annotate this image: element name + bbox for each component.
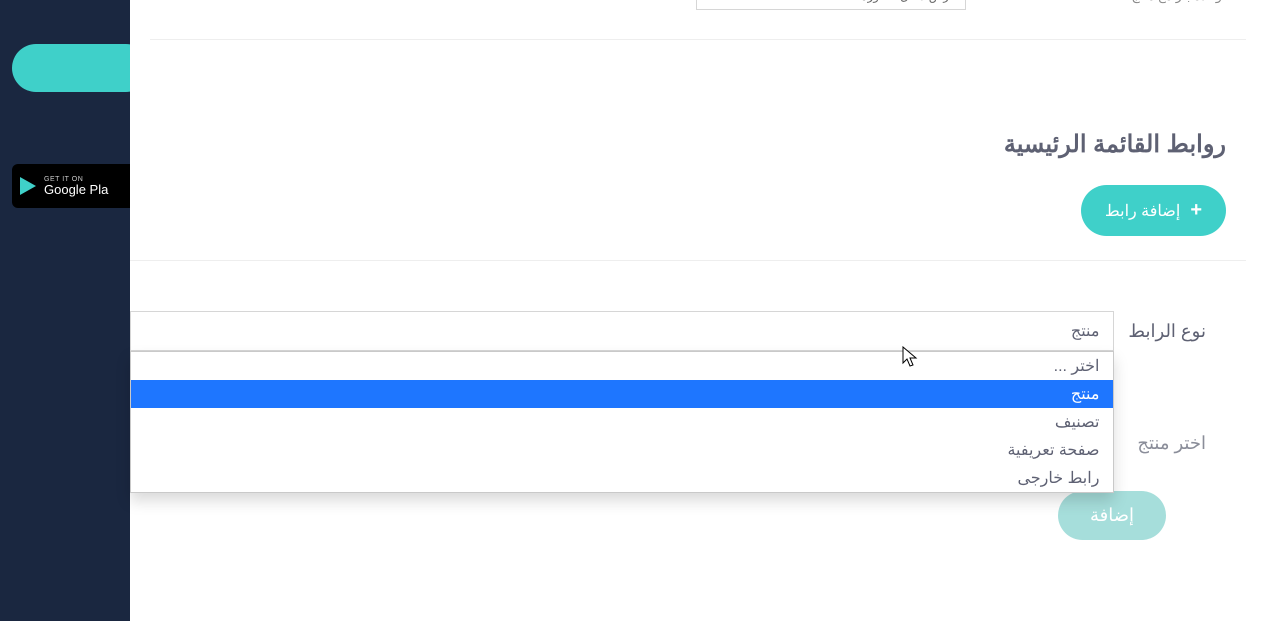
option-product[interactable]: منتج [131,380,1113,408]
link-form: نوع الرابط منتج اختر ... منتج تصنيف صفحة… [130,260,1246,391]
link-type-select[interactable]: منتج [130,311,1114,351]
plus-icon: + [1190,199,1202,222]
option-external[interactable]: رابط خارجى [131,464,1113,492]
add-link-button[interactable]: + إضافة رابط [1081,185,1226,236]
google-play-text: GET IT ON Google Pla [44,176,108,196]
gplay-line2: Google Pla [44,183,108,196]
top-select[interactable]: عرض داخل الصورة [696,0,966,10]
submit-button[interactable]: إضافة [1058,491,1166,540]
option-page[interactable]: صفحة تعريفية [131,436,1113,464]
option-choose[interactable]: اختر ... [131,352,1113,380]
sidebar: GET IT ON Google Pla [0,0,130,621]
choose-product-label: اختر منتج [1137,433,1206,454]
top-strip: وحدة بنر مع منتج عرض داخل الصورة [150,0,1246,40]
link-type-dropdown: اختر ... منتج تصنيف صفحة تعريفية رابط خا… [130,351,1114,493]
link-type-label: نوع الرابط [1128,321,1206,342]
option-category[interactable]: تصنيف [131,408,1113,436]
link-type-select-wrap: منتج اختر ... منتج تصنيف صفحة تعريفية را… [130,311,1114,351]
top-label: وحدة بنر مع منتج [1131,0,1222,4]
section-title: روابط القائمة الرئيسية [130,130,1226,159]
play-icon [20,177,36,195]
add-link-label: إضافة رابط [1105,201,1180,221]
link-type-row: نوع الرابط منتج اختر ... منتج تصنيف صفحة… [130,311,1206,351]
main-content: وحدة بنر مع منتج عرض داخل الصورة روابط ا… [130,0,1266,621]
